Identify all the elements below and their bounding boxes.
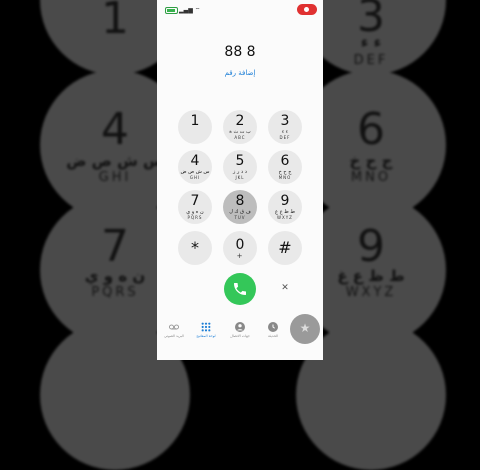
battery-icon	[165, 7, 178, 14]
keypad-icon	[201, 322, 211, 332]
key-hash[interactable]: #	[268, 231, 302, 265]
tab-voicemail[interactable]: البريد الصوتي	[157, 322, 191, 338]
screen-record-icon[interactable]	[297, 4, 317, 15]
tab-recents[interactable]: الحديثة	[256, 322, 290, 338]
contacts-icon	[235, 322, 245, 332]
star-icon: ★	[299, 321, 311, 335]
signal-icon: ▂▄▆ ⌔	[179, 7, 201, 14]
status-bar: ▂▄▆ ⌔	[157, 0, 323, 20]
tab-contacts[interactable]: جهات الاتصال	[223, 322, 257, 338]
recents-icon	[268, 322, 278, 332]
voicemail-icon	[169, 324, 179, 330]
key-5[interactable]: 5 د ذ ر ز JKL	[223, 150, 257, 184]
key-6[interactable]: 6 ج ح خ MNO	[268, 150, 302, 184]
phone-icon	[234, 283, 246, 295]
dialed-number: 88 8	[224, 44, 256, 60]
key-2[interactable]: 2 ب ت ث ة ABC	[223, 110, 257, 144]
key-star[interactable]: *	[178, 231, 212, 265]
delete-icon[interactable]: ✕	[277, 281, 293, 295]
phone-screen: ▂▄▆ ⌔ 88 8 إضافة رقم 1 2 ب ت ث ة ABC 3 ء…	[157, 0, 323, 360]
key-0[interactable]: 0 +	[223, 231, 257, 265]
add-number-link[interactable]: إضافة رقم	[157, 69, 323, 77]
key-4[interactable]: 4 س ش ص ض GHI	[178, 150, 212, 184]
key-7[interactable]: 7 ن ه و ي PQRS	[178, 190, 212, 224]
key-3[interactable]: 3 ء ء DEF	[268, 110, 302, 144]
call-button[interactable]	[224, 273, 256, 305]
assistive-touch-button[interactable]: ★	[290, 314, 320, 344]
key-8[interactable]: 8 ف ق ك ل TUV	[223, 190, 257, 224]
key-9[interactable]: 9 ط ظ ع غ WXYZ	[268, 190, 302, 224]
key-1[interactable]: 1	[178, 110, 212, 144]
tab-keypad[interactable]: لوحة المفاتيح	[189, 322, 223, 338]
